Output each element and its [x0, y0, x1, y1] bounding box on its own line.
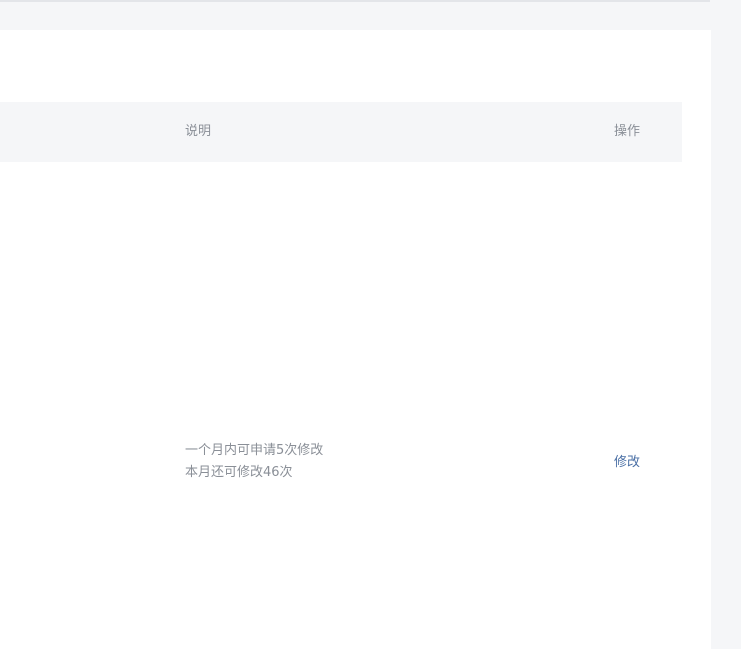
- content-panel: 说明 操作 一个月内可申请5次修改 本月还可修改46次 修改: [0, 30, 711, 649]
- column-header-actions: 操作: [614, 124, 641, 139]
- table-row: 一个月内可申请5次修改 本月还可修改46次 修改: [0, 162, 682, 649]
- column-header-description: 说明: [185, 124, 212, 139]
- description-cell: 一个月内可申请5次修改 本月还可修改46次: [185, 440, 445, 484]
- right-page-gutter: [711, 0, 741, 649]
- description-line-limit: 一个月内可申请5次修改: [185, 443, 324, 458]
- table-header: 说明 操作: [0, 102, 682, 162]
- modify-link[interactable]: 修改: [614, 452, 640, 474]
- description-line-remaining: 本月还可修改46次: [185, 465, 293, 480]
- top-divider: [0, 0, 710, 2]
